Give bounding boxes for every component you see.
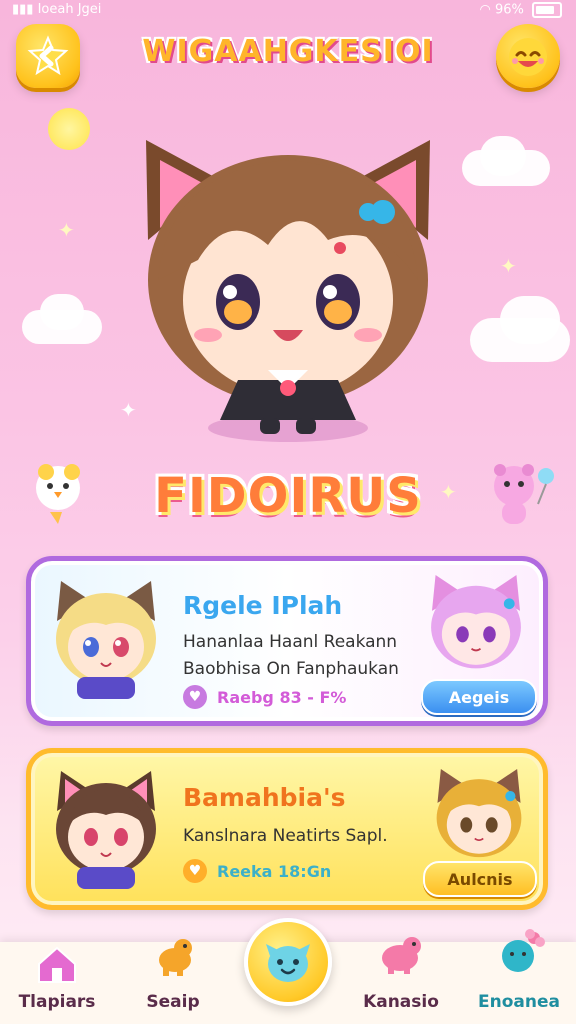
sparkle-icon: ✦ [500, 254, 517, 278]
smiley-menu-button[interactable] [496, 24, 560, 88]
dog-icon [159, 939, 192, 976]
flower-pet-icon [502, 929, 545, 972]
smiley-icon [509, 38, 547, 76]
card-description-line: Hananlaa Haanl Reakann [183, 632, 398, 652]
status-bar: ▮▮▮ Ioeah Jgei ◠ 96% [0, 0, 576, 22]
nav-label: Kanasio [363, 992, 439, 1012]
cloud [480, 136, 526, 176]
card-description-line: Kanslnara Neatirts Sapl. [183, 826, 388, 846]
sun-icon [48, 108, 90, 150]
sparkle-icon: ✦ [58, 218, 75, 242]
card-stat: ♥ Reeka 18:Gn [183, 859, 331, 883]
cloud [500, 296, 560, 344]
nav-label: Enoanea [478, 992, 560, 1012]
character-card-1[interactable]: Rgele IPlah Hananlaa Haanl Reakann Baobh… [26, 556, 548, 726]
card-title: Rgele IPlah [183, 591, 343, 620]
house-icon [38, 946, 76, 983]
character-card-2[interactable]: Bamahbia's Kanslnara Neatirts Sapl. ♥ Re… [26, 748, 548, 910]
blue-pet-icon [266, 944, 310, 982]
carrier-text: Ioeah Jgei [37, 2, 102, 17]
nav-item-enoanea[interactable]: Enoanea [464, 929, 574, 1024]
card-description-line: Baobhisa On Fanphaukan [183, 659, 399, 679]
pink-pet-icon [382, 937, 421, 974]
character-name: FIDOIRUS [154, 468, 422, 524]
stat-text: Reeka 18:Gn [217, 861, 332, 881]
blonde-boy-cat-avatar [436, 769, 522, 858]
card-title: Bamahbia's [183, 783, 346, 812]
back-button[interactable] [16, 24, 80, 88]
nav-item-home[interactable]: Tlapiars [2, 942, 112, 1024]
cloud [40, 294, 84, 330]
stat-text: Raebg 83 - F% [217, 687, 347, 707]
blonde-cat-avatar [56, 581, 156, 699]
battery-percent: 96% [494, 2, 524, 18]
nav-item-seaip[interactable]: Seaip [118, 939, 228, 1024]
heart-icon: ♥ [183, 859, 207, 883]
app-title: WIGAAHGKESIOI [142, 34, 434, 69]
wifi-icon: ◠ [479, 2, 491, 18]
card-action-button[interactable]: Aulcnis [423, 861, 537, 897]
signal-carrier: ▮▮▮ Ioeah Jgei [12, 2, 102, 17]
status-right: ◠ 96% [479, 2, 562, 18]
pink-cat-avatar [431, 575, 521, 669]
star-back-icon [27, 35, 69, 76]
card-action-button[interactable]: Aegeis [421, 679, 537, 715]
card-stat: ♥ Raebg 83 - F% [183, 685, 346, 709]
nav-item-kanasio[interactable]: Kanasio [346, 937, 456, 1024]
brunette-cat-avatar [56, 771, 156, 889]
hero-character[interactable] [128, 130, 448, 450]
heart-icon: ♥ [183, 685, 207, 709]
battery-icon [532, 2, 562, 18]
nav-label: Tlapiars [18, 992, 96, 1012]
nav-label: Seaip [146, 992, 200, 1012]
nav-center-button[interactable] [244, 918, 332, 1006]
